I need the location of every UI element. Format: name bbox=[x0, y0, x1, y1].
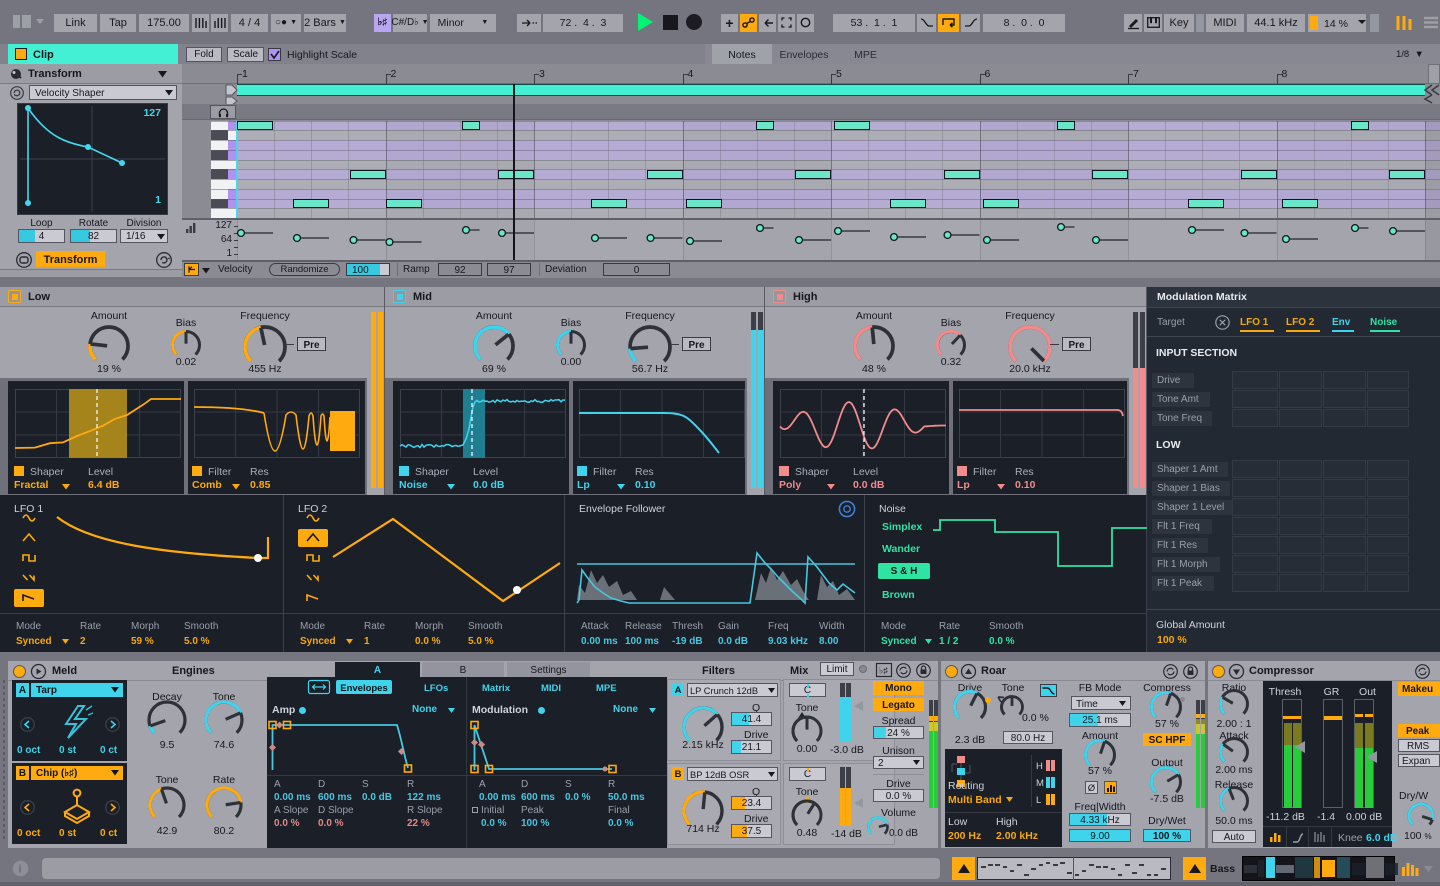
svg-text:i: i bbox=[19, 864, 22, 876]
svg-text:♭♯: ♭♯ bbox=[879, 666, 888, 676]
